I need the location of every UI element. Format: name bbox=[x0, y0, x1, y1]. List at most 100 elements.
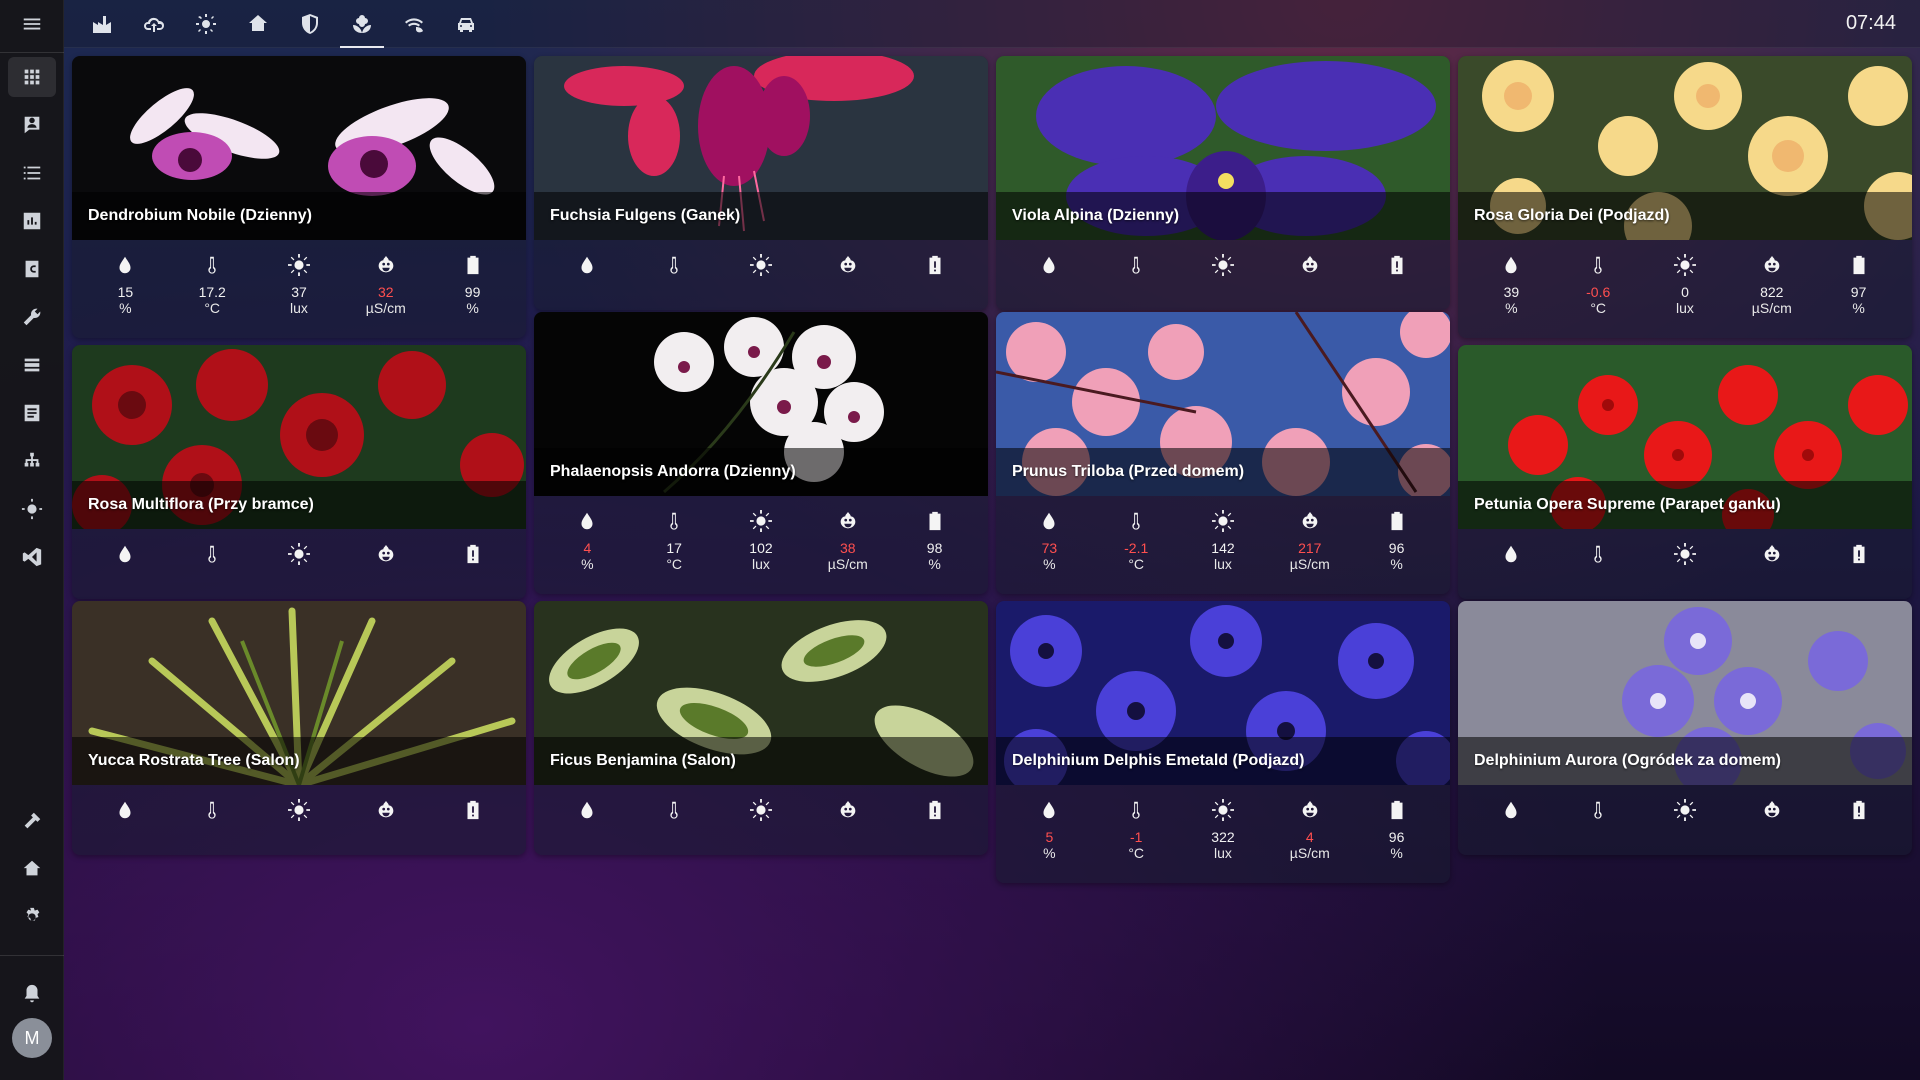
notifications-icon[interactable] bbox=[8, 974, 56, 1014]
sensor-fertilizer[interactable] bbox=[351, 799, 421, 855]
sensor-battery[interactable]: 96% bbox=[1362, 510, 1432, 594]
sensor-battery[interactable]: 98% bbox=[900, 510, 970, 594]
sensor-thermometer[interactable] bbox=[1101, 254, 1171, 310]
plant-card[interactable]: Petunia Opera Supreme (Parapet ganku) bbox=[1458, 345, 1912, 599]
sensor-thermometer[interactable]: -1 °C bbox=[1101, 799, 1171, 883]
plant-card[interactable]: Viola Alpina (Dzienny) bbox=[996, 56, 1450, 310]
sensor-battery[interactable] bbox=[438, 543, 508, 599]
sensor-battery[interactable]: 99% bbox=[438, 254, 508, 338]
plant-card[interactable]: Ficus Benjamina (Salon) bbox=[534, 601, 988, 855]
tab-factory[interactable] bbox=[78, 0, 126, 48]
plant-card[interactable]: Delphinium Aurora (Ogródek za domem) bbox=[1458, 601, 1912, 855]
sensor-sun[interactable]: 102 lux bbox=[726, 510, 796, 594]
sensor-water-drop[interactable] bbox=[1476, 799, 1546, 855]
sensor-fertilizer[interactable]: 4 µS/cm bbox=[1275, 799, 1345, 883]
sensor-fertilizer[interactable] bbox=[351, 543, 421, 599]
sensor-sun[interactable] bbox=[726, 254, 796, 310]
sensor-water-drop[interactable] bbox=[552, 254, 622, 310]
wrench-icon[interactable] bbox=[8, 297, 56, 337]
sensor-fertilizer[interactable] bbox=[813, 799, 883, 855]
sensor-thermometer[interactable] bbox=[639, 254, 709, 310]
tab-home-thermometer[interactable] bbox=[234, 0, 282, 48]
sensor-water-drop[interactable] bbox=[90, 543, 160, 599]
sensor-water-drop[interactable] bbox=[1476, 543, 1546, 599]
plant-photo: Delphinium Aurora (Ogródek za domem) bbox=[1458, 601, 1912, 785]
sensor-thermometer[interactable] bbox=[177, 799, 247, 855]
sensor-water-drop[interactable] bbox=[1014, 254, 1084, 310]
sensor-fertilizer[interactable]: 217 µS/cm bbox=[1275, 510, 1345, 594]
sensor-sun[interactable] bbox=[264, 799, 334, 855]
sensor-battery[interactable] bbox=[900, 799, 970, 855]
sensor-fertilizer[interactable]: 32 µS/cm bbox=[351, 254, 421, 338]
sensor-battery[interactable] bbox=[1824, 543, 1894, 599]
plant-card[interactable]: Rosa Gloria Dei (Podjazd) 39% -0.6 °C 0 lux 82… bbox=[1458, 56, 1912, 338]
sensor-thermometer[interactable] bbox=[177, 543, 247, 599]
sensor-thermometer[interactable]: 17.2 °C bbox=[177, 254, 247, 338]
tab-weather[interactable] bbox=[130, 0, 178, 48]
sensor-battery[interactable] bbox=[1824, 799, 1894, 855]
sensor-water-drop[interactable]: 15% bbox=[90, 254, 160, 338]
sensor-sun[interactable] bbox=[1650, 799, 1720, 855]
sensor-sun[interactable]: 322 lux bbox=[1188, 799, 1258, 883]
sensor-fertilizer[interactable] bbox=[1737, 799, 1807, 855]
sensor-fertilizer[interactable] bbox=[1275, 254, 1345, 310]
log-viewer-icon[interactable] bbox=[8, 393, 56, 433]
sensor-sun[interactable] bbox=[1188, 254, 1258, 310]
tab-security[interactable] bbox=[286, 0, 334, 48]
sensor-thermometer[interactable]: -2.1 °C bbox=[1101, 510, 1171, 594]
water-drop-icon bbox=[1500, 543, 1522, 565]
developer-tools-icon[interactable] bbox=[8, 801, 56, 841]
settings-icon[interactable] bbox=[8, 897, 56, 937]
sensor-battery[interactable]: 96% bbox=[1362, 799, 1432, 883]
vscode-icon[interactable] bbox=[8, 537, 56, 577]
sensor-water-drop[interactable]: 5% bbox=[1014, 799, 1084, 883]
plant-card[interactable]: Dendrobium Nobile (Dzienny) 15% 17.2 °C 37 lu… bbox=[72, 56, 526, 338]
sensor-thermometer[interactable]: 17 °C bbox=[639, 510, 709, 594]
sensor-sun[interactable]: 0 lux bbox=[1650, 254, 1720, 338]
overview-grid-icon[interactable] bbox=[8, 57, 56, 97]
lamp-icon[interactable] bbox=[8, 489, 56, 529]
plant-card[interactable]: Fuchsia Fulgens (Ganek) bbox=[534, 56, 988, 310]
sensor-thermometer[interactable]: -0.6 °C bbox=[1563, 254, 1633, 338]
sensor-fertilizer[interactable] bbox=[813, 254, 883, 310]
sensor-battery[interactable] bbox=[900, 254, 970, 310]
sensor-thermometer[interactable] bbox=[1563, 543, 1633, 599]
sensor-sun[interactable]: 142 lux bbox=[1188, 510, 1258, 594]
plant-title: Rosa Multiflora (Przy bramce) bbox=[88, 496, 314, 513]
sensor-water-drop[interactable]: 4% bbox=[552, 510, 622, 594]
sensor-sun[interactable] bbox=[726, 799, 796, 855]
map-icon[interactable] bbox=[8, 105, 56, 145]
plant-card[interactable]: Prunus Triloba (Przed domem) 73% -2.1 °C 142… bbox=[996, 312, 1450, 594]
sensor-battery[interactable]: 97% bbox=[1824, 254, 1894, 338]
sensor-fertilizer[interactable]: 822 µS/cm bbox=[1737, 254, 1807, 338]
sensor-battery[interactable] bbox=[438, 799, 508, 855]
sensor-sun[interactable] bbox=[264, 543, 334, 599]
menu-icon[interactable] bbox=[8, 4, 56, 44]
sensor-water-drop[interactable] bbox=[90, 799, 160, 855]
avatar[interactable]: M bbox=[12, 1018, 52, 1058]
sensor-fertilizer[interactable] bbox=[1737, 543, 1807, 599]
tab-plants[interactable] bbox=[338, 0, 386, 48]
sensor-thermometer[interactable] bbox=[1563, 799, 1633, 855]
sensor-sun[interactable]: 37 lux bbox=[264, 254, 334, 338]
plant-card[interactable]: Rosa Multiflora (Przy bramce) bbox=[72, 345, 526, 599]
sensor-fertilizer[interactable]: 38 µS/cm bbox=[813, 510, 883, 594]
logbook-icon[interactable] bbox=[8, 153, 56, 193]
tab-car[interactable] bbox=[442, 0, 490, 48]
tab-network[interactable] bbox=[390, 0, 438, 48]
sensor-water-drop[interactable] bbox=[552, 799, 622, 855]
node-red-icon[interactable] bbox=[8, 441, 56, 481]
sensor-water-drop[interactable]: 73% bbox=[1014, 510, 1084, 594]
plant-card[interactable]: Delphinium Delphis Emetald (Podjazd) 5% -1… bbox=[996, 601, 1450, 883]
plant-card[interactable]: Phalaenopsis Andorra (Dzienny) 4% 17 °C 102 l… bbox=[534, 312, 988, 594]
history-icon[interactable] bbox=[8, 201, 56, 241]
sensor-water-drop[interactable]: 39% bbox=[1476, 254, 1546, 338]
plant-card[interactable]: Yucca Rostrata Tree (Salon) bbox=[72, 601, 526, 855]
hacs-icon[interactable] bbox=[8, 249, 56, 289]
tab-brightness[interactable] bbox=[182, 0, 230, 48]
sensor-sun[interactable] bbox=[1650, 543, 1720, 599]
sensor-battery[interactable] bbox=[1362, 254, 1432, 310]
zigbee-icon[interactable] bbox=[8, 345, 56, 385]
sensor-thermometer[interactable] bbox=[639, 799, 709, 855]
home-settings-icon[interactable] bbox=[8, 849, 56, 889]
